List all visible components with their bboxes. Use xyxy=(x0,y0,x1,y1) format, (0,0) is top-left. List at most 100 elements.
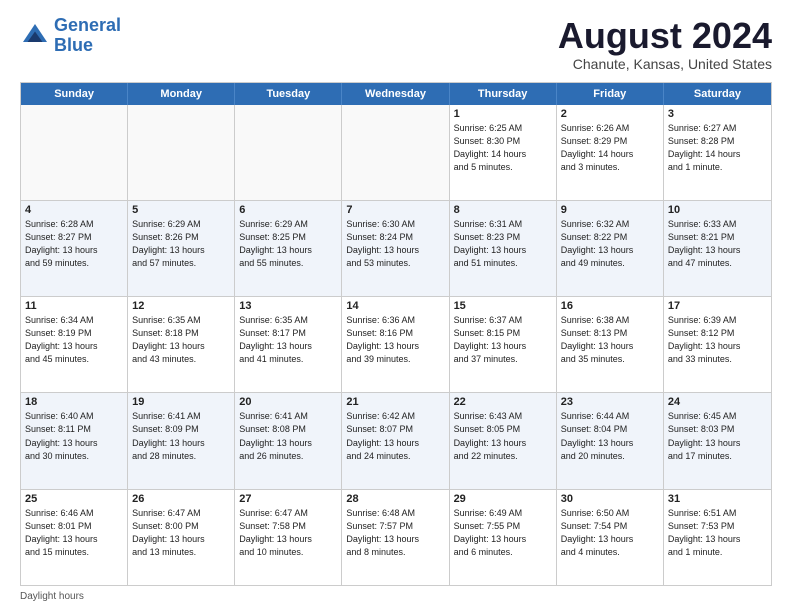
day-info: Sunrise: 6:44 AM Sunset: 8:04 PM Dayligh… xyxy=(561,410,659,462)
weekday-header: Saturday xyxy=(664,83,771,105)
day-cell: 1Sunrise: 6:25 AM Sunset: 8:30 PM Daylig… xyxy=(450,105,557,200)
weekday-header: Tuesday xyxy=(235,83,342,105)
weekday-header: Thursday xyxy=(450,83,557,105)
day-info: Sunrise: 6:46 AM Sunset: 8:01 PM Dayligh… xyxy=(25,507,123,559)
day-cell: 4 Sunrise: 6:28 AM Sunset: 8:27 PM Daylig… xyxy=(21,201,128,296)
day-cell: 17 Sunrise: 6:39 AM Sunset: 8:12 PM Dayli… xyxy=(664,297,771,392)
day-cell: 11 Sunrise: 6:34 AM Sunset: 8:19 PM Dayli… xyxy=(21,297,128,392)
header: General Blue August 2024 Chanute, Kansas… xyxy=(20,16,772,72)
day-number: 14 xyxy=(346,300,444,312)
day-cell: 15 Sunrise: 6:37 AM Sunset: 8:15 PM Dayli… xyxy=(450,297,557,392)
weekday-header: Wednesday xyxy=(342,83,449,105)
day-info: Sunrise: 6:29 AM Sunset: 8:26 PM Dayligh… xyxy=(132,218,230,270)
weekday-header: Sunday xyxy=(21,83,128,105)
day-number: 11 xyxy=(25,300,123,312)
empty-cell xyxy=(342,105,449,200)
calendar-body: 1Sunrise: 6:25 AM Sunset: 8:30 PM Daylig… xyxy=(21,105,771,585)
day-number: 21 xyxy=(346,396,444,408)
day-info: Sunrise: 6:29 AM Sunset: 8:25 PM Dayligh… xyxy=(239,218,337,270)
day-cell: 8 Sunrise: 6:31 AM Sunset: 8:23 PM Daylig… xyxy=(450,201,557,296)
calendar-row: 25 Sunrise: 6:46 AM Sunset: 8:01 PM Dayli… xyxy=(21,490,771,585)
day-cell: 28Sunrise: 6:48 AM Sunset: 7:57 PM Dayli… xyxy=(342,490,449,585)
day-number: 28 xyxy=(346,493,444,505)
day-cell: 26 Sunrise: 6:47 AM Sunset: 8:00 PM Dayli… xyxy=(128,490,235,585)
location: Chanute, Kansas, United States xyxy=(558,56,772,72)
day-info: Sunrise: 6:28 AM Sunset: 8:27 PM Dayligh… xyxy=(25,218,123,270)
day-info: Sunrise: 6:26 AM Sunset: 8:29 PM Dayligh… xyxy=(561,122,659,174)
logo-line1: General xyxy=(54,15,121,35)
day-number: 10 xyxy=(668,204,767,216)
day-cell: 21 Sunrise: 6:42 AM Sunset: 8:07 PM Dayli… xyxy=(342,393,449,488)
day-info: Sunrise: 6:49 AM Sunset: 7:55 PM Dayligh… xyxy=(454,507,552,559)
day-number: 20 xyxy=(239,396,337,408)
day-number: 3 xyxy=(668,108,767,120)
day-info: Sunrise: 6:40 AM Sunset: 8:11 PM Dayligh… xyxy=(25,410,123,462)
calendar-header: SundayMondayTuesdayWednesdayThursdayFrid… xyxy=(21,83,771,105)
day-number: 5 xyxy=(132,204,230,216)
day-cell: 19Sunrise: 6:41 AM Sunset: 8:09 PM Dayli… xyxy=(128,393,235,488)
day-cell: 20Sunrise: 6:41 AM Sunset: 8:08 PM Dayli… xyxy=(235,393,342,488)
day-number: 17 xyxy=(668,300,767,312)
day-info: Sunrise: 6:34 AM Sunset: 8:19 PM Dayligh… xyxy=(25,314,123,366)
day-cell: 5 Sunrise: 6:29 AM Sunset: 8:26 PM Daylig… xyxy=(128,201,235,296)
day-info: Sunrise: 6:30 AM Sunset: 8:24 PM Dayligh… xyxy=(346,218,444,270)
day-cell: 22Sunrise: 6:43 AM Sunset: 8:05 PM Dayli… xyxy=(450,393,557,488)
month-title: August 2024 xyxy=(558,16,772,56)
day-cell: 2 Sunrise: 6:26 AM Sunset: 8:29 PM Daylig… xyxy=(557,105,664,200)
day-cell: 23 Sunrise: 6:44 AM Sunset: 8:04 PM Dayli… xyxy=(557,393,664,488)
day-cell: 13Sunrise: 6:35 AM Sunset: 8:17 PM Dayli… xyxy=(235,297,342,392)
day-number: 15 xyxy=(454,300,552,312)
day-info: Sunrise: 6:25 AM Sunset: 8:30 PM Dayligh… xyxy=(454,122,552,174)
empty-cell xyxy=(235,105,342,200)
footer-note: Daylight hours xyxy=(20,591,772,602)
logo-text: General Blue xyxy=(54,16,121,56)
day-info: Sunrise: 6:36 AM Sunset: 8:16 PM Dayligh… xyxy=(346,314,444,366)
day-number: 4 xyxy=(25,204,123,216)
day-info: Sunrise: 6:33 AM Sunset: 8:21 PM Dayligh… xyxy=(668,218,767,270)
calendar-row: 1Sunrise: 6:25 AM Sunset: 8:30 PM Daylig… xyxy=(21,105,771,201)
day-info: Sunrise: 6:35 AM Sunset: 8:18 PM Dayligh… xyxy=(132,314,230,366)
day-info: Sunrise: 6:42 AM Sunset: 8:07 PM Dayligh… xyxy=(346,410,444,462)
day-info: Sunrise: 6:47 AM Sunset: 8:00 PM Dayligh… xyxy=(132,507,230,559)
calendar: SundayMondayTuesdayWednesdayThursdayFrid… xyxy=(20,82,772,586)
empty-cell xyxy=(21,105,128,200)
day-number: 2 xyxy=(561,108,659,120)
day-number: 8 xyxy=(454,204,552,216)
day-info: Sunrise: 6:37 AM Sunset: 8:15 PM Dayligh… xyxy=(454,314,552,366)
day-cell: 7 Sunrise: 6:30 AM Sunset: 8:24 PM Daylig… xyxy=(342,201,449,296)
day-number: 26 xyxy=(132,493,230,505)
day-info: Sunrise: 6:31 AM Sunset: 8:23 PM Dayligh… xyxy=(454,218,552,270)
calendar-row: 18Sunrise: 6:40 AM Sunset: 8:11 PM Dayli… xyxy=(21,393,771,489)
day-number: 25 xyxy=(25,493,123,505)
day-info: Sunrise: 6:39 AM Sunset: 8:12 PM Dayligh… xyxy=(668,314,767,366)
day-cell: 18Sunrise: 6:40 AM Sunset: 8:11 PM Dayli… xyxy=(21,393,128,488)
page: General Blue August 2024 Chanute, Kansas… xyxy=(0,0,792,612)
day-number: 16 xyxy=(561,300,659,312)
day-cell: 6 Sunrise: 6:29 AM Sunset: 8:25 PM Daylig… xyxy=(235,201,342,296)
day-number: 23 xyxy=(561,396,659,408)
day-number: 9 xyxy=(561,204,659,216)
day-cell: 14 Sunrise: 6:36 AM Sunset: 8:16 PM Dayli… xyxy=(342,297,449,392)
logo-icon xyxy=(20,21,50,51)
day-info: Sunrise: 6:51 AM Sunset: 7:53 PM Dayligh… xyxy=(668,507,767,559)
day-cell: 29 Sunrise: 6:49 AM Sunset: 7:55 PM Dayli… xyxy=(450,490,557,585)
day-info: Sunrise: 6:35 AM Sunset: 8:17 PM Dayligh… xyxy=(239,314,337,366)
day-info: Sunrise: 6:43 AM Sunset: 8:05 PM Dayligh… xyxy=(454,410,552,462)
day-number: 30 xyxy=(561,493,659,505)
day-cell: 27Sunrise: 6:47 AM Sunset: 7:58 PM Dayli… xyxy=(235,490,342,585)
weekday-header: Friday xyxy=(557,83,664,105)
day-number: 6 xyxy=(239,204,337,216)
day-number: 12 xyxy=(132,300,230,312)
day-number: 7 xyxy=(346,204,444,216)
day-cell: 9Sunrise: 6:32 AM Sunset: 8:22 PM Daylig… xyxy=(557,201,664,296)
calendar-row: 4 Sunrise: 6:28 AM Sunset: 8:27 PM Daylig… xyxy=(21,201,771,297)
logo-line2: Blue xyxy=(54,35,93,55)
day-info: Sunrise: 6:47 AM Sunset: 7:58 PM Dayligh… xyxy=(239,507,337,559)
day-cell: 24Sunrise: 6:45 AM Sunset: 8:03 PM Dayli… xyxy=(664,393,771,488)
day-info: Sunrise: 6:45 AM Sunset: 8:03 PM Dayligh… xyxy=(668,410,767,462)
day-info: Sunrise: 6:50 AM Sunset: 7:54 PM Dayligh… xyxy=(561,507,659,559)
day-number: 29 xyxy=(454,493,552,505)
calendar-row: 11 Sunrise: 6:34 AM Sunset: 8:19 PM Dayli… xyxy=(21,297,771,393)
day-info: Sunrise: 6:38 AM Sunset: 8:13 PM Dayligh… xyxy=(561,314,659,366)
day-cell: 3Sunrise: 6:27 AM Sunset: 8:28 PM Daylig… xyxy=(664,105,771,200)
